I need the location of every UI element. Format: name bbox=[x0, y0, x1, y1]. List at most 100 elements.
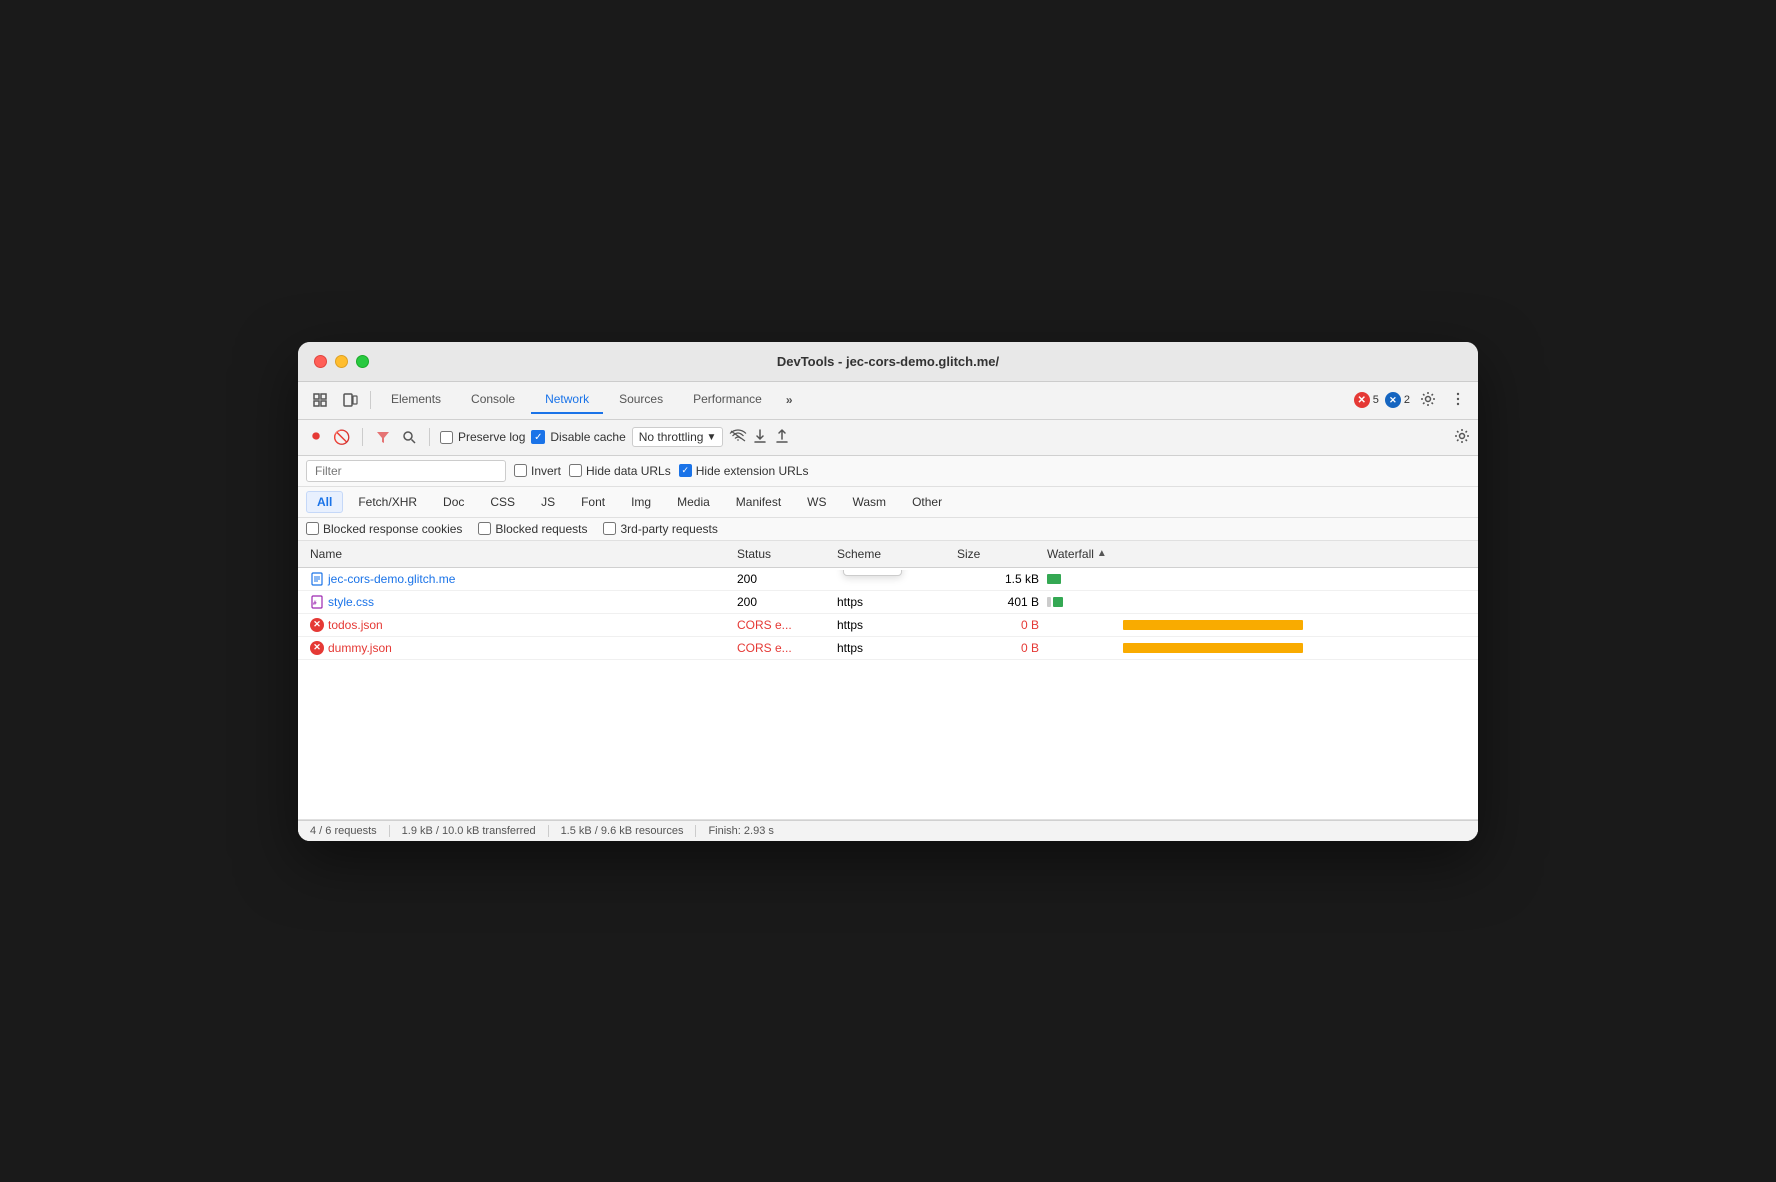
error-count: 5 bbox=[1373, 394, 1379, 406]
title-bar: DevTools - jec-cors-demo.glitch.me/ bbox=[298, 342, 1478, 382]
type-btn-doc[interactable]: Doc bbox=[432, 491, 475, 513]
close-button[interactable] bbox=[314, 355, 327, 368]
col-scheme-header[interactable]: Scheme bbox=[833, 545, 953, 563]
type-btn-wasm[interactable]: Wasm bbox=[842, 491, 898, 513]
table-row[interactable]: ✕ dummy.json CORS e... https 0 B bbox=[298, 637, 1478, 660]
table-row[interactable]: # style.css 200 https 401 B bbox=[298, 591, 1478, 614]
error-count-badge[interactable]: ✕ 5 bbox=[1354, 392, 1379, 408]
col-waterfall-header[interactable]: Waterfall ▲ bbox=[1043, 545, 1470, 563]
network-table: Name Status Scheme Size Waterfall ▲ bbox=[298, 541, 1478, 820]
waterfall-cell-4 bbox=[1043, 641, 1470, 655]
device-icon[interactable] bbox=[336, 388, 364, 412]
tab-bar: Elements Console Network Sources Perform… bbox=[298, 382, 1478, 420]
tab-elements[interactable]: Elements bbox=[377, 386, 455, 414]
zoom-button[interactable] bbox=[356, 355, 369, 368]
tab-sources[interactable]: Sources bbox=[605, 386, 677, 414]
table-row[interactable]: ✕ todos.json CORS e... https 0 B bbox=[298, 614, 1478, 637]
preserve-log-checkbox[interactable] bbox=[440, 431, 453, 444]
record-button[interactable]: ⏺ bbox=[306, 427, 326, 447]
blocked-requests-checkbox[interactable] bbox=[478, 522, 491, 535]
throttle-select[interactable]: No throttling ▼ bbox=[632, 427, 724, 447]
hide-data-urls-checkbox[interactable] bbox=[569, 464, 582, 477]
type-btn-ws[interactable]: WS bbox=[796, 491, 837, 513]
devtools-window: DevTools - jec-cors-demo.glitch.me/ bbox=[298, 342, 1478, 841]
error-circle-4: ✕ bbox=[310, 641, 324, 655]
type-btn-manifest[interactable]: Manifest bbox=[725, 491, 792, 513]
type-btn-img[interactable]: Img bbox=[620, 491, 662, 513]
type-btn-css[interactable]: CSS bbox=[479, 491, 526, 513]
blocked-cookies-label[interactable]: Blocked response cookies bbox=[306, 522, 462, 536]
hide-extension-urls-label[interactable]: ✓ Hide extension URLs bbox=[679, 464, 809, 478]
disable-cache-label[interactable]: ✓ Disable cache bbox=[531, 430, 625, 444]
waterfall-cell-3 bbox=[1043, 618, 1470, 632]
col-status-header[interactable]: Status bbox=[733, 545, 833, 563]
tab-performance[interactable]: Performance bbox=[679, 386, 776, 414]
filter-button[interactable] bbox=[373, 427, 393, 447]
html-file-icon bbox=[310, 572, 324, 586]
preserve-log-label[interactable]: Preserve log bbox=[440, 430, 525, 444]
col-name-header[interactable]: Name bbox=[306, 545, 733, 563]
file-name-3: todos.json bbox=[328, 618, 383, 632]
finish-time: Finish: 2.93 s bbox=[696, 825, 785, 837]
size-cell-2: 401 B bbox=[953, 593, 1043, 611]
filter-input[interactable] bbox=[306, 460, 506, 482]
table-row[interactable]: jec-cors-demo.glitch.me 200 https 200 OK… bbox=[298, 568, 1478, 591]
tab-right-actions: ✕ 5 ✕ 2 bbox=[1354, 387, 1470, 414]
window-title: DevTools - jec-cors-demo.glitch.me/ bbox=[777, 354, 999, 369]
export-har-button[interactable] bbox=[775, 428, 789, 447]
file-name-1: jec-cors-demo.glitch.me bbox=[328, 572, 455, 586]
inspector-icon[interactable] bbox=[306, 388, 334, 412]
type-btn-font[interactable]: Font bbox=[570, 491, 616, 513]
status-cell-4: CORS e... bbox=[733, 639, 833, 657]
toolbar-sep-1 bbox=[362, 428, 363, 446]
traffic-lights bbox=[314, 355, 369, 368]
invert-checkbox[interactable] bbox=[514, 464, 527, 477]
waterfall-cell-1 bbox=[1043, 572, 1470, 586]
more-tabs-button[interactable]: » bbox=[778, 389, 801, 411]
clear-button[interactable]: 🚫 bbox=[332, 427, 352, 447]
toolbar-sep-2 bbox=[429, 428, 430, 446]
minimize-button[interactable] bbox=[335, 355, 348, 368]
hide-data-urls-label[interactable]: Hide data URLs bbox=[569, 464, 671, 478]
preserve-log-area: Preserve log ✓ Disable cache No throttli… bbox=[440, 427, 723, 447]
tab-console[interactable]: Console bbox=[457, 386, 529, 414]
css-file-icon: # bbox=[310, 595, 324, 609]
empty-table-area bbox=[298, 660, 1478, 820]
type-btn-js[interactable]: JS bbox=[530, 491, 566, 513]
third-party-checkbox[interactable] bbox=[603, 522, 616, 535]
warning-count: 2 bbox=[1404, 394, 1410, 406]
devtools-settings-icon[interactable] bbox=[1416, 387, 1440, 414]
disable-cache-check: ✓ bbox=[531, 430, 545, 444]
import-export-area bbox=[753, 428, 789, 447]
blocked-cookies-checkbox[interactable] bbox=[306, 522, 319, 535]
invert-checkbox-label[interactable]: Invert bbox=[514, 464, 561, 478]
warning-count-badge[interactable]: ✕ 2 bbox=[1385, 392, 1410, 408]
filter-bar: Invert Hide data URLs ✓ Hide extension U… bbox=[298, 456, 1478, 487]
col-size-header[interactable]: Size bbox=[953, 545, 1043, 563]
resources-size: 1.5 kB / 9.6 kB resources bbox=[549, 825, 697, 837]
network-settings-button[interactable] bbox=[1454, 428, 1470, 447]
devtools-menu-icon[interactable] bbox=[1446, 387, 1470, 414]
type-btn-other[interactable]: Other bbox=[901, 491, 953, 513]
checkboxes-row: Blocked response cookies Blocked request… bbox=[298, 518, 1478, 541]
table-header: Name Status Scheme Size Waterfall ▲ bbox=[298, 541, 1478, 568]
file-name-2: style.css bbox=[328, 595, 374, 609]
status-cell-3: CORS e... bbox=[733, 616, 833, 634]
tab-divider bbox=[370, 391, 371, 409]
type-btn-media[interactable]: Media bbox=[666, 491, 721, 513]
waterfall-bar-2a bbox=[1047, 597, 1051, 607]
tab-network[interactable]: Network bbox=[531, 386, 603, 414]
search-button[interactable] bbox=[399, 427, 419, 447]
third-party-label[interactable]: 3rd-party requests bbox=[603, 522, 717, 536]
type-btn-fetch[interactable]: Fetch/XHR bbox=[347, 491, 428, 513]
type-filter-bar: All Fetch/XHR Doc CSS JS Font Img Media … bbox=[298, 487, 1478, 518]
name-cell-3: ✕ todos.json bbox=[306, 616, 733, 634]
waterfall-bar-4 bbox=[1123, 643, 1303, 653]
network-conditions-icon[interactable] bbox=[729, 429, 747, 446]
waterfall-cell-2 bbox=[1043, 595, 1470, 609]
type-btn-all[interactable]: All bbox=[306, 491, 343, 513]
blocked-requests-label[interactable]: Blocked requests bbox=[478, 522, 587, 536]
import-har-button[interactable] bbox=[753, 428, 767, 447]
size-cell-3: 0 B bbox=[953, 616, 1043, 634]
name-cell-1: jec-cors-demo.glitch.me bbox=[306, 570, 733, 588]
